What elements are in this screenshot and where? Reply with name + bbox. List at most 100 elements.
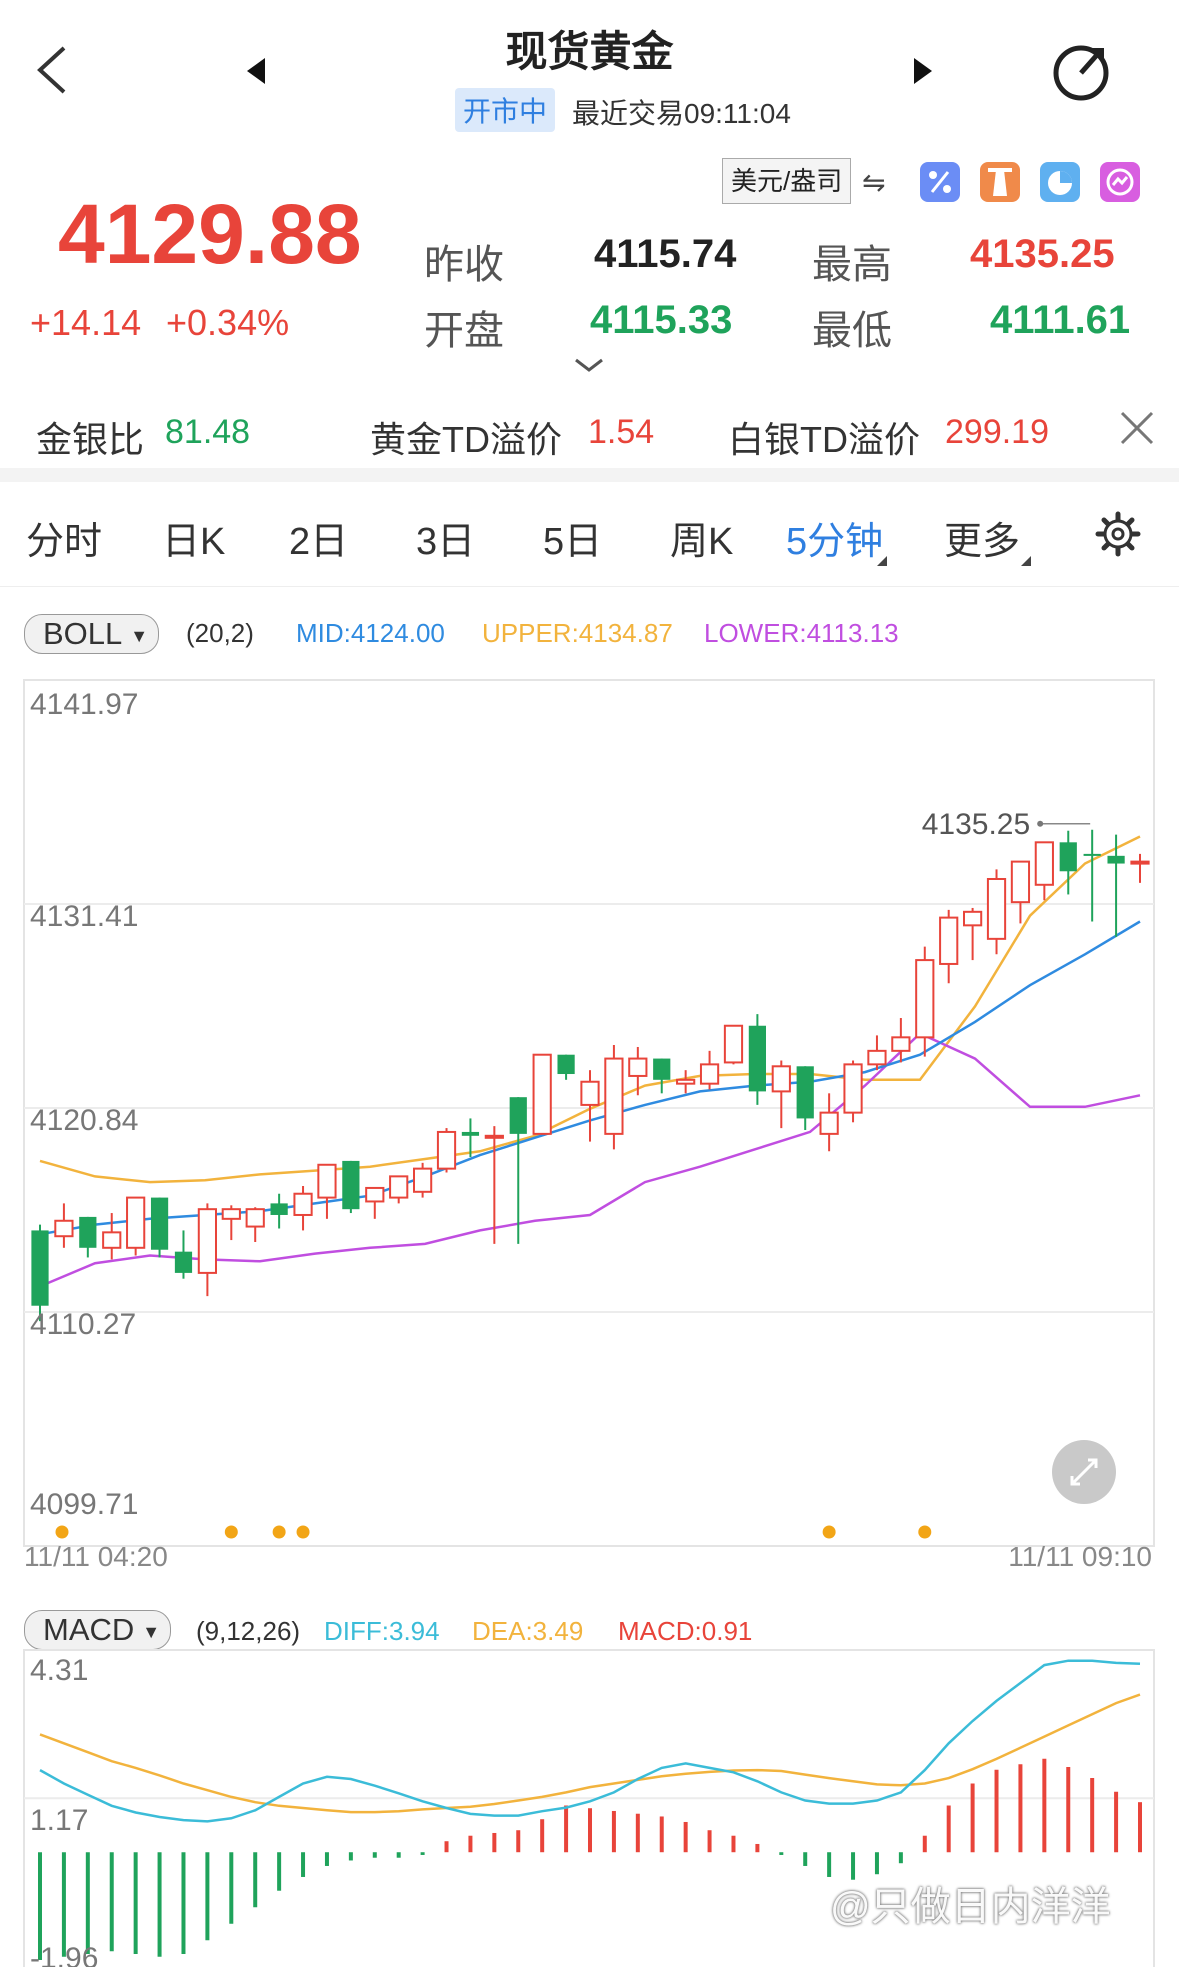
candle-body-down — [174, 1251, 193, 1273]
percent-tool-button[interactable] — [920, 162, 960, 202]
swap-unit-button[interactable]: ⇋ — [862, 166, 885, 199]
tab-divider — [0, 586, 1179, 587]
indicator-selector-boll[interactable]: BOLL ▼ — [24, 614, 160, 654]
indicator-selector-macd[interactable]: MACD ▼ — [24, 1610, 172, 1650]
candle-body-down — [79, 1216, 97, 1248]
macd-tick-label: 4.31 — [30, 1654, 88, 1687]
candle-body-up — [939, 916, 959, 965]
boll-params: (20,2) — [186, 618, 254, 648]
event-dot — [822, 1525, 836, 1539]
candle-body-up — [221, 1208, 241, 1220]
time-tick-label: 11/11 09:10 — [1008, 1541, 1152, 1570]
triangle-right-icon — [914, 58, 932, 84]
candle-body-down — [150, 1197, 169, 1250]
section-divider — [0, 468, 1179, 482]
candle-body-up — [126, 1196, 146, 1249]
low-label: 最低 — [812, 309, 892, 353]
candle-body-up — [1130, 860, 1150, 865]
event-dot — [272, 1525, 286, 1539]
gear-icon — [1095, 511, 1141, 557]
candle-body-up — [843, 1063, 863, 1114]
price-tick-label: 4099.71 — [30, 1488, 138, 1521]
price-change-pct: +0.34% — [166, 302, 290, 343]
candle-body-up — [915, 959, 935, 1039]
tab-5-minute[interactable]: 5分钟 — [786, 510, 883, 565]
candle-body-up — [293, 1192, 313, 1216]
tab-5-day[interactable]: 5日 — [543, 510, 602, 565]
candle-body-down — [653, 1058, 671, 1080]
gold-silver-ratio-label: 金银比 — [36, 419, 145, 460]
candlestick-chart[interactable]: 4141.97 4131.41 4120.84 4110.27 4099.71 11/11… — [0, 670, 1179, 1570]
boll-lower: LOWER:4113.13 — [704, 618, 899, 648]
candle-body-down — [270, 1203, 288, 1215]
fullscreen-button[interactable] — [1052, 1440, 1116, 1504]
refresh-gauge-icon — [1053, 45, 1109, 101]
boll-chip-label: BOLL — [43, 616, 123, 651]
lighthouse-icon — [988, 168, 1012, 196]
pie-tool-button[interactable] — [1040, 162, 1080, 202]
candle-body-up — [436, 1130, 457, 1170]
expand-arrows-icon — [1070, 1458, 1098, 1486]
tab-daily-k[interactable]: 日K — [162, 510, 225, 565]
candle-body-up — [699, 1063, 720, 1085]
event-dot — [296, 1525, 310, 1539]
tab-timeshare[interactable]: 分时 — [26, 510, 102, 565]
expand-quote-button[interactable] — [572, 356, 606, 379]
event-dot — [224, 1525, 238, 1539]
candle-body-up — [54, 1219, 74, 1238]
macd-tick-label: -1.96 — [30, 1942, 98, 1967]
boll-mid: MID:4124.00 — [296, 618, 445, 648]
prev-close-label: 昨收 — [424, 243, 504, 287]
candle-body-up — [197, 1208, 217, 1274]
low-value: 4111.61 — [990, 298, 1131, 342]
price-tick-label: 4120.84 — [30, 1104, 138, 1137]
candle-body-down — [461, 1131, 480, 1136]
gold-td-premium-label: 黄金TD溢价 — [370, 419, 562, 460]
event-dot — [55, 1525, 69, 1539]
close-ratio-bar-button[interactable] — [1118, 409, 1156, 456]
next-instrument-button[interactable] — [910, 56, 934, 91]
candle-body-up — [317, 1163, 337, 1199]
chart-settings-button[interactable] — [1094, 510, 1142, 563]
price-tick-label: 4141.97 — [30, 688, 138, 721]
gold-silver-ratio-value: 81.48 — [165, 413, 251, 451]
candle-body-up — [1034, 841, 1054, 886]
price-tick-label: 4131.41 — [30, 900, 138, 933]
candle-body-up — [819, 1111, 839, 1135]
watermark-text: @只做日内洋洋 — [830, 1885, 1111, 1929]
pie-chart-icon — [1048, 171, 1072, 195]
candle-body-down — [1059, 842, 1077, 872]
tab-corner-mark-icon — [877, 556, 887, 566]
candle-body-up — [413, 1167, 433, 1193]
candle-body-up — [604, 1057, 624, 1135]
macd-chip-label: MACD — [43, 1612, 135, 1647]
macd-dea: DEA:3.49 — [472, 1616, 584, 1646]
page-title: 现货黄金 — [505, 28, 674, 75]
macd-tick-label: 1.17 — [30, 1804, 88, 1837]
close-icon — [1120, 411, 1154, 445]
dropdown-arrow-icon: ▼ — [130, 625, 149, 646]
candle-body-up — [771, 1065, 791, 1093]
trend-circle-icon — [1106, 168, 1134, 196]
lighthouse-tool-button[interactable] — [980, 162, 1020, 202]
macd-diff: DIFF:3.94 — [324, 1616, 440, 1646]
tab-weekly-k[interactable]: 周K — [670, 510, 733, 565]
silver-td-premium-label: 白银TD溢价 — [728, 419, 920, 460]
tab-more[interactable]: 更多 — [944, 510, 1020, 565]
refresh-button[interactable] — [1048, 38, 1114, 104]
chart-tool-button[interactable] — [1100, 162, 1140, 202]
candle-body-up — [365, 1186, 385, 1203]
candle-body-up — [628, 1057, 648, 1077]
tab-3-day[interactable]: 3日 — [416, 510, 475, 565]
candle-body-up — [891, 1036, 911, 1052]
currency-unit-selector[interactable]: 美元/盎司 — [722, 158, 852, 204]
swap-arrows-icon: ⇋ — [862, 167, 886, 198]
boll-upper: UPPER:4134.87 — [482, 618, 673, 648]
tab-2-day[interactable]: 2日 — [289, 510, 348, 565]
candle-body-up — [580, 1080, 600, 1106]
candle-body-up — [532, 1053, 552, 1135]
more-corner-mark-icon — [1021, 556, 1031, 566]
price-change: +14.14 — [30, 302, 142, 343]
candle-body-up — [484, 1134, 504, 1139]
candle-body-up — [723, 1024, 744, 1064]
